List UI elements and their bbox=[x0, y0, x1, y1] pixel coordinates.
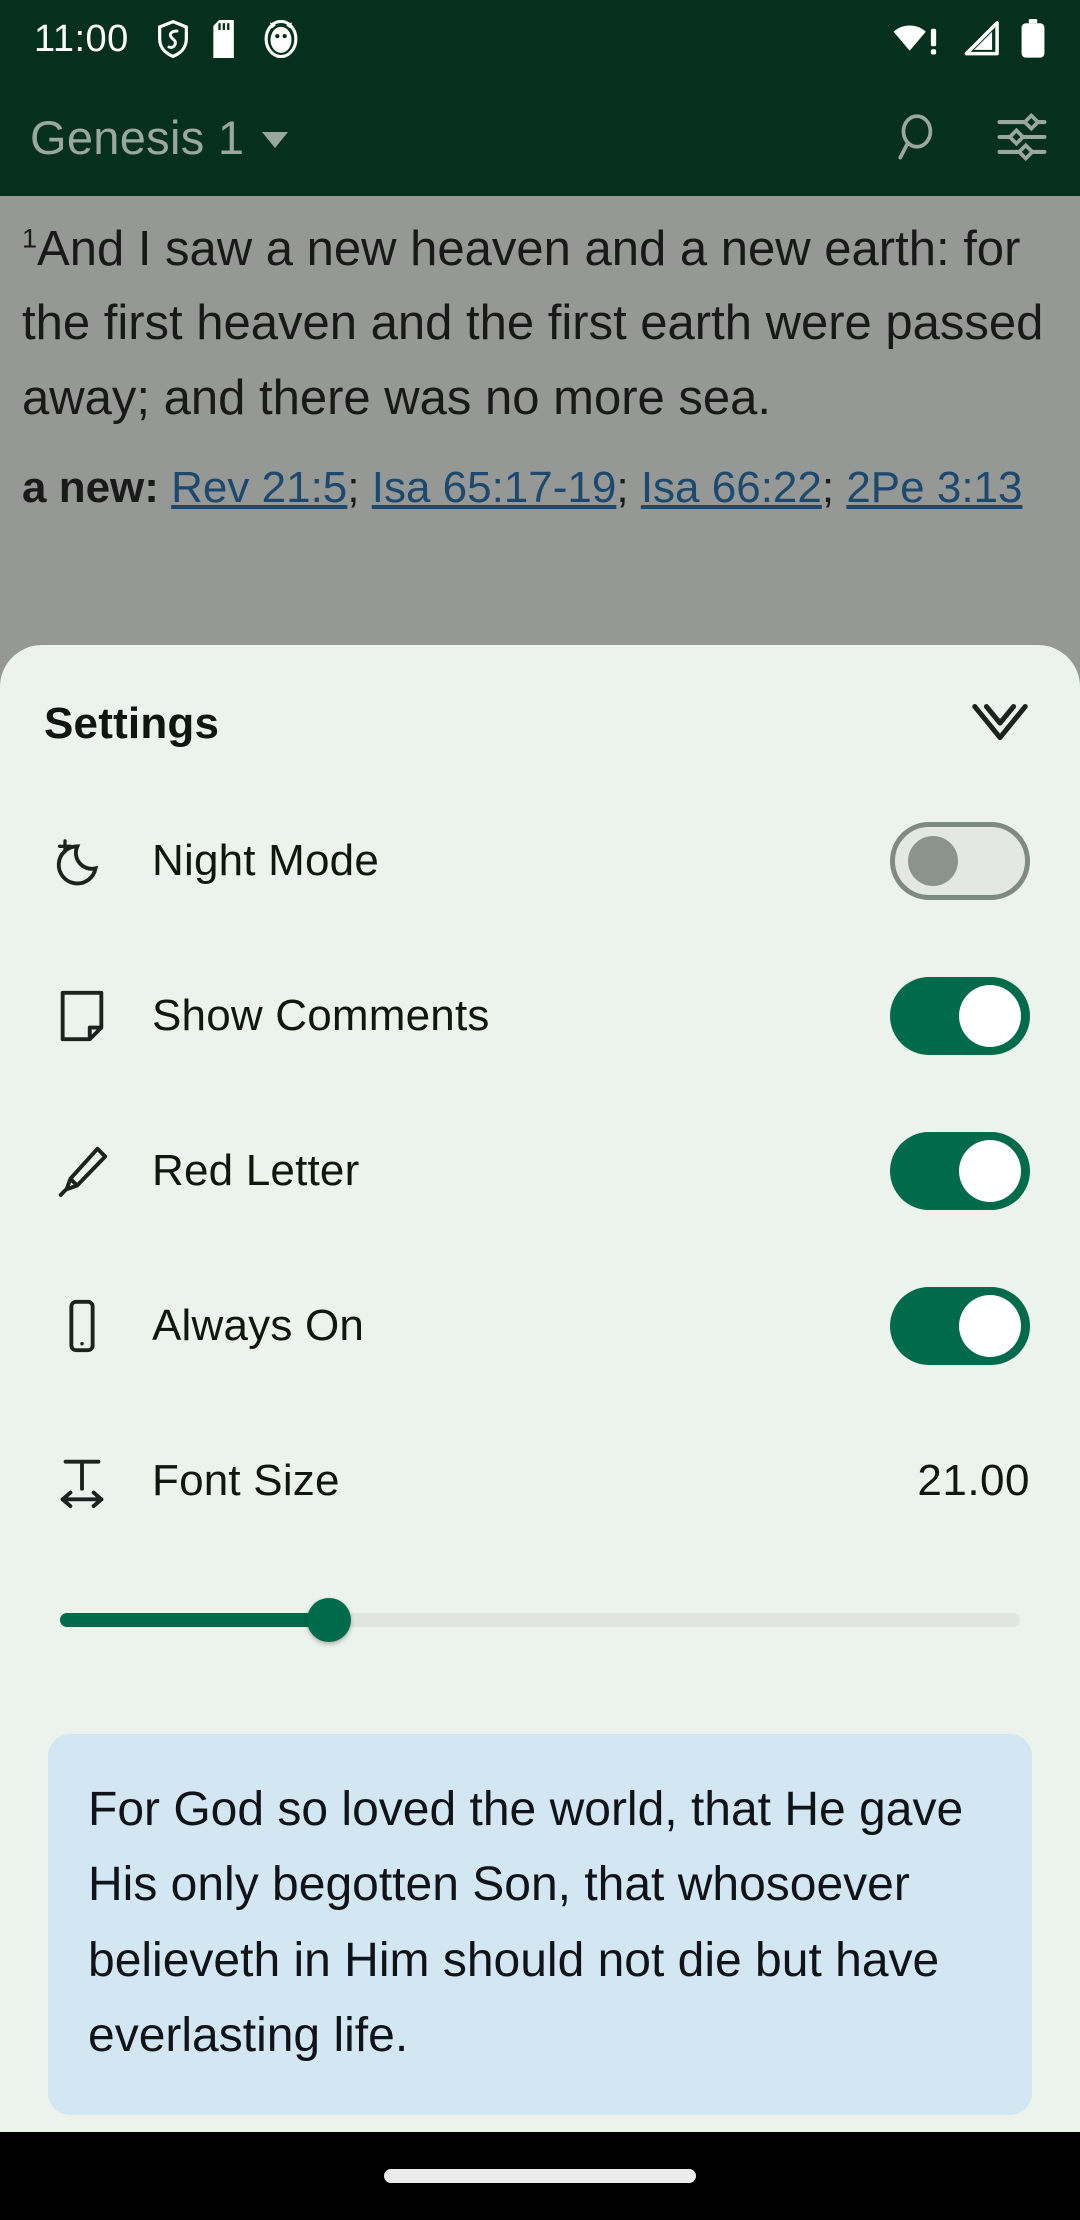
setting-label: Show Comments bbox=[152, 990, 490, 1040]
battery-icon bbox=[1021, 19, 1045, 58]
slider-fill bbox=[60, 1613, 329, 1627]
toggle-knob bbox=[959, 1294, 1021, 1357]
preview-verse-text: For God so loved the world, that He gave… bbox=[88, 1783, 964, 2063]
setting-label: Night Mode bbox=[152, 835, 380, 885]
font-size-value: 21.00 bbox=[917, 1455, 1030, 1505]
sliders-icon[interactable] bbox=[994, 109, 1050, 165]
setting-trailing bbox=[890, 1286, 1030, 1365]
toggle-knob bbox=[959, 1139, 1021, 1202]
phone-screen: 11:00 Genesis 1 1And I saw a new heaven … bbox=[0, 0, 1080, 2220]
settings-bottom-sheet: Settings Night Mode Show Comments Red Le… bbox=[0, 645, 1080, 2132]
font-size-slider[interactable] bbox=[60, 1590, 1020, 1650]
setting-row-night-mode[interactable]: Night Mode bbox=[0, 783, 1080, 938]
status-clock: 11:00 bbox=[34, 17, 129, 60]
setting-row-always-on[interactable]: Always On bbox=[0, 1248, 1080, 1403]
setting-row-show-comments[interactable]: Show Comments bbox=[0, 938, 1080, 1093]
toggle-knob bbox=[908, 835, 958, 886]
settings-title: Settings bbox=[44, 699, 220, 748]
book-chapter-label: Genesis 1 bbox=[30, 110, 245, 164]
highlighter-icon bbox=[46, 1142, 118, 1200]
night-mode-toggle[interactable] bbox=[890, 821, 1030, 900]
note-page-icon bbox=[46, 987, 118, 1045]
slider-thumb[interactable] bbox=[306, 1598, 351, 1642]
settings-sheet-header: Settings bbox=[0, 645, 1080, 755]
cat-face-icon bbox=[264, 20, 298, 58]
system-navigation-bar bbox=[0, 2132, 1080, 2220]
settings-list: Night Mode Show Comments Red Letter Alwa… bbox=[0, 755, 1080, 2116]
status-right-icons bbox=[892, 19, 1046, 59]
chevron-down-icon bbox=[262, 132, 289, 148]
app-bar-actions bbox=[888, 109, 1050, 165]
setting-trailing bbox=[890, 1131, 1030, 1210]
font-size-preview-card: For God so loved the world, that He gave… bbox=[48, 1734, 1032, 2116]
book-chapter-selector[interactable]: Genesis 1 bbox=[30, 110, 289, 165]
font-size-trailing: 21.00 bbox=[917, 1456, 1030, 1506]
cellular-signal-icon bbox=[964, 21, 999, 56]
home-gesture-pill[interactable] bbox=[384, 2169, 696, 2183]
text-size-icon bbox=[46, 1452, 118, 1510]
setting-trailing bbox=[890, 976, 1030, 1055]
font-size-slider-row bbox=[0, 1558, 1080, 1668]
collapse-sheet-button[interactable] bbox=[964, 693, 1036, 755]
app-bar: Genesis 1 bbox=[0, 78, 1080, 196]
font-size-label: Font Size bbox=[152, 1455, 340, 1505]
search-icon[interactable] bbox=[888, 109, 944, 165]
status-left-icons bbox=[157, 20, 298, 58]
status-bar: 11:00 bbox=[0, 0, 1080, 78]
red-letter-toggle[interactable] bbox=[890, 1131, 1030, 1210]
setting-label: Always On bbox=[152, 1300, 365, 1350]
shield-icon bbox=[157, 20, 188, 58]
setting-trailing bbox=[890, 821, 1030, 900]
moon-star-icon bbox=[46, 832, 118, 890]
smartphone-icon bbox=[46, 1297, 118, 1355]
setting-row-red-letter[interactable]: Red Letter bbox=[0, 1093, 1080, 1248]
sd-card-icon bbox=[213, 20, 234, 58]
show-comments-toggle[interactable] bbox=[890, 976, 1030, 1055]
always-on-toggle[interactable] bbox=[890, 1286, 1030, 1365]
setting-label: Red Letter bbox=[152, 1145, 360, 1195]
double-chevron-down-icon bbox=[972, 704, 1028, 741]
setting-row-font-size: Font Size 21.00 bbox=[0, 1403, 1080, 1558]
wifi-no-internet-icon bbox=[893, 25, 937, 55]
toggle-knob bbox=[959, 984, 1021, 1047]
